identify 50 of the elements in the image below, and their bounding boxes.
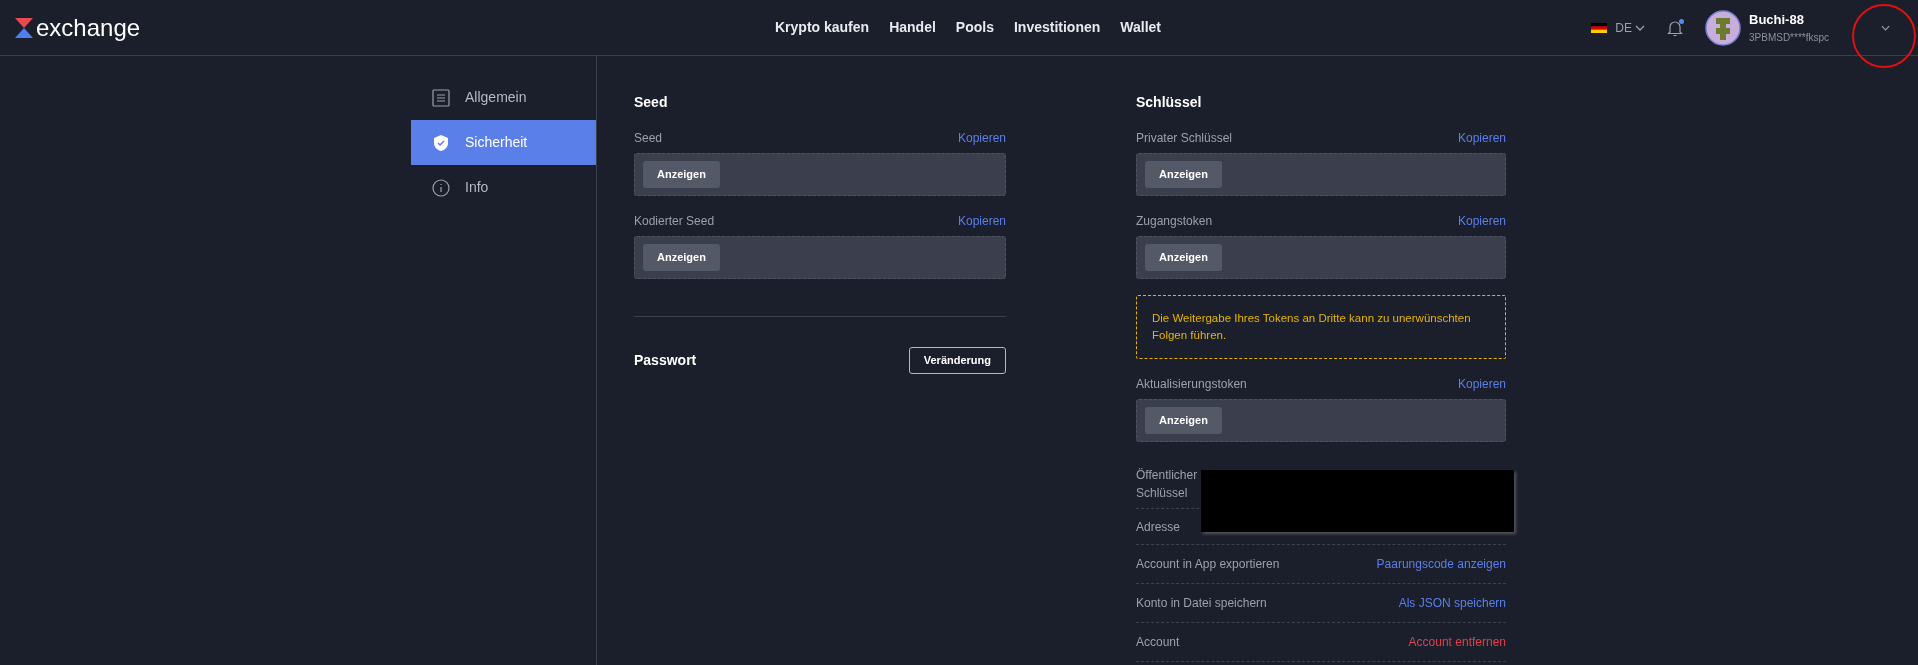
show-button[interactable]: Anzeigen [643,161,720,188]
copy-link[interactable]: Kopieren [1457,375,1506,393]
warning-notice: Die Weitergabe Ihres Tokens an Dritte kann zu unerwünschten Folgen führen. [1136,295,1506,359]
copy-link[interactable]: Kopieren [1457,129,1506,147]
section-title: Seed [634,93,669,112]
copy-link[interactable]: Kopieren [957,212,1006,230]
bell-icon [1667,18,1683,37]
field-label: Aktualisierungstoken [1136,376,1247,393]
chevron-down-icon [1880,24,1890,31]
section-title: Schlüssel [1136,93,1203,112]
show-button[interactable]: Anzeigen [1145,244,1222,271]
row-label: Konto in Datei speichern [1136,595,1267,612]
row-action-link[interactable]: Account entfernen [1408,633,1506,651]
logo-icon [15,17,33,38]
nav-link[interactable]: Pools [955,17,994,38]
user-name: Buchi-88 [1749,11,1805,30]
row-label: Account in App exportieren [1136,556,1280,573]
row-label: Adresse [1136,518,1182,536]
nav-link[interactable]: Krypto kaufen [775,17,870,38]
language-selector[interactable]: DE [1615,18,1645,37]
copy-link[interactable]: Kopieren [1457,212,1506,230]
row-action-link[interactable]: Als JSON speichern [1398,594,1506,612]
copy-link[interactable]: Kopieren [957,129,1006,147]
field-label: Privater Schlüssel [1136,130,1233,147]
sidebar-item[interactable]: Sicherheit [411,120,596,165]
nav-link[interactable]: Investitionen [1013,17,1101,38]
field-label: Kodierter Seed [634,213,715,230]
avatar-icon [1705,9,1741,46]
user-address: 3PBMSD****fkspc [1749,30,1831,45]
list-icon [432,88,450,107]
nav-link[interactable]: Handel [889,17,936,38]
german-flag-icon [1591,22,1608,33]
show-button[interactable]: Anzeigen [643,244,720,271]
nav-link[interactable]: Wallet [1120,17,1161,38]
field-label: Seed [634,130,663,147]
row-label: Account [1136,634,1180,651]
field-label: Zugangstoken [1136,213,1213,230]
chevron-down-icon [1635,24,1645,31]
show-button[interactable]: Anzeigen [1145,407,1222,434]
sidebar-item[interactable]: Allgemein [411,75,596,120]
sidebar-item[interactable]: Info [411,165,596,210]
change-button[interactable]: Veränderung [908,347,1006,374]
logo-text: exchange [36,15,141,40]
row-label: Öffentlicher Schlüssel [1136,467,1199,502]
info-icon [432,178,450,197]
shield-check-icon [432,133,450,152]
password-label: Passwort [634,351,697,370]
notification-button[interactable] [1667,18,1683,37]
row-action-link[interactable]: Paarungscode anzeigen [1376,555,1506,573]
show-button[interactable]: Anzeigen [1145,161,1222,188]
